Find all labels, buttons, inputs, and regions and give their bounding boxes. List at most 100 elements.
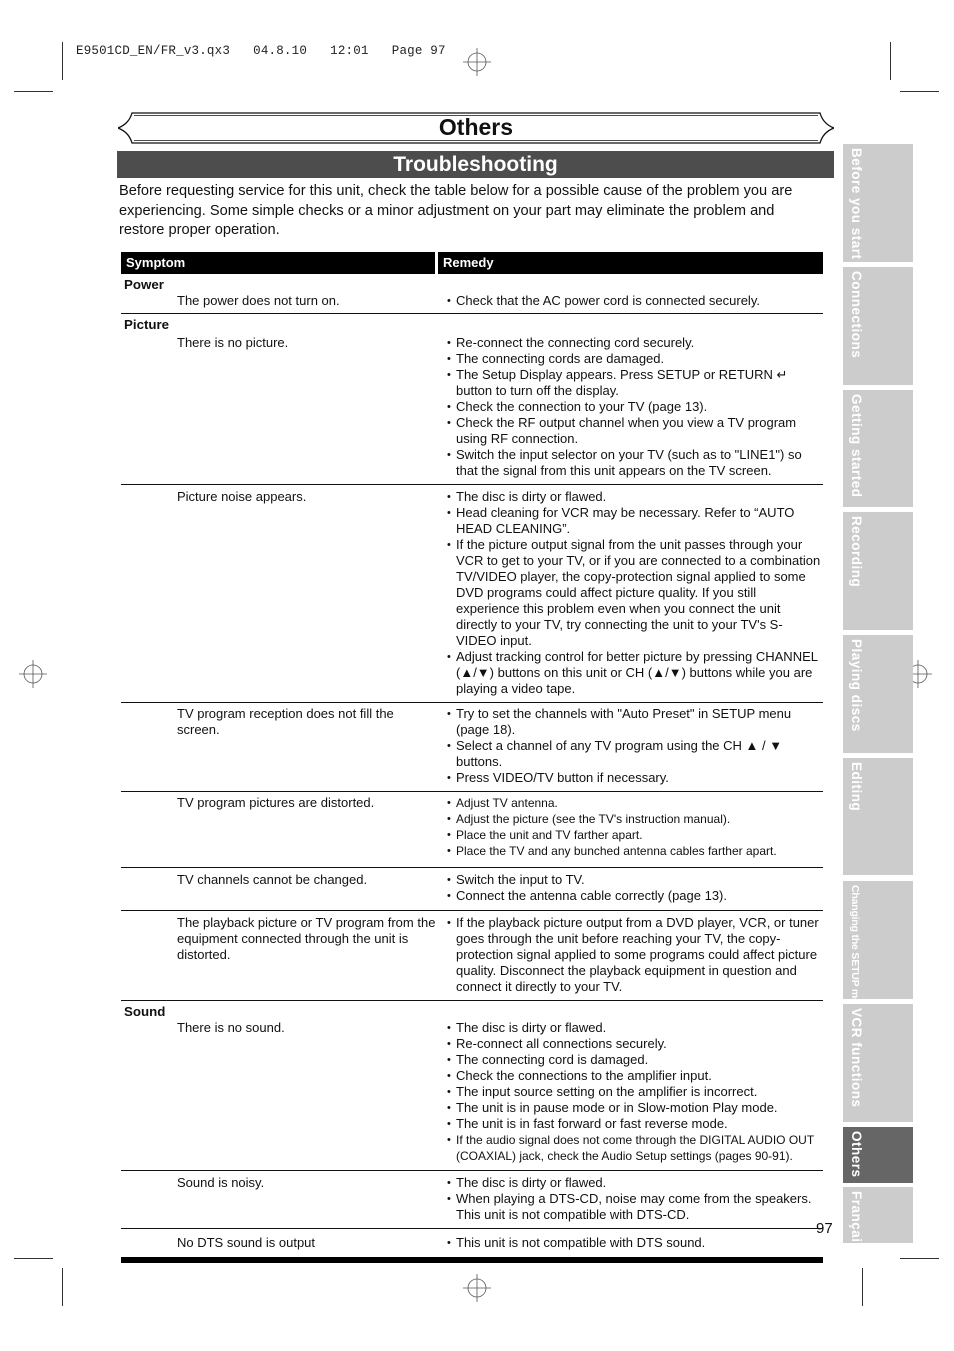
crop-mark (62, 1268, 63, 1306)
remedy-item: The Setup Display appears. Press SETUP o… (447, 367, 823, 399)
remedy-item: If the picture output signal from the un… (447, 537, 823, 649)
chapter-tab-label: Français (849, 1191, 864, 1251)
remedy-list: Try to set the channels with "Auto Prese… (447, 706, 823, 786)
remedy-cell: If the playback picture output from a DV… (447, 915, 823, 995)
remedy-item: This unit is not compatible with DTS sou… (447, 1235, 823, 1251)
crop-mark (890, 42, 891, 80)
remedy-item: Head cleaning for VCR may be necessary. … (447, 505, 823, 537)
chapter-tab[interactable]: Playing discs (843, 635, 913, 753)
remedy-item: The unit is in fast forward or fast reve… (447, 1116, 823, 1132)
chapter-tab[interactable]: Recording (843, 512, 913, 630)
page-title: Troubleshooting (117, 151, 834, 178)
remedy-list: The disc is dirty or flawed.Re-connect a… (447, 1020, 823, 1164)
remedy-item: Select a channel of any TV program using… (447, 738, 823, 770)
remedy-item: Check the RF output channel when you vie… (447, 415, 823, 447)
chapter-tab[interactable]: Before you start (843, 144, 913, 262)
chapter-tab[interactable]: Connections (843, 267, 913, 385)
remedy-item: The connecting cord is damaged. (447, 1052, 823, 1068)
category-heading: Power (124, 277, 164, 292)
remedy-item: Check the connections to the amplifier i… (447, 1068, 823, 1084)
remedy-cell: Adjust TV antenna.Adjust the picture (se… (447, 795, 823, 859)
remedy-item: Try to set the channels with "Auto Prese… (447, 706, 823, 738)
section-title-banner: Others (118, 112, 834, 144)
chapter-tab[interactable]: Français (843, 1187, 913, 1251)
print-slug: E9501CD_EN/FR_v3.qx3 04.8.10 12:01 Page … (76, 44, 446, 58)
chapter-tab-label: Getting started (849, 394, 864, 498)
table-row: There is no picture. Re-connect the conne… (121, 333, 823, 485)
crop-mark (14, 91, 53, 92)
remedy-item: Press VIDEO/TV button if necessary. (447, 770, 823, 786)
table-row: No DTS sound is output This unit is not c… (121, 1229, 823, 1257)
remedy-item: Check the connection to your TV (page 13… (447, 399, 823, 415)
remedy-item: The unit is in pause mode or in Slow-mot… (447, 1100, 823, 1116)
remedy-item: Adjust the picture (see the TV's instruc… (447, 811, 823, 827)
remedy-list: Re-connect the connecting cord securely.… (447, 335, 823, 479)
chapter-tab[interactable]: Editing (843, 758, 913, 875)
chapter-tab-label: VCR functions (849, 1008, 864, 1108)
category-heading: Sound (124, 1004, 166, 1019)
registration-mark-icon (463, 1274, 491, 1302)
symptom-cell: Picture noise appears. (177, 489, 307, 504)
symptom-cell: No DTS sound is output (177, 1235, 316, 1250)
crop-mark (862, 1268, 863, 1306)
crop-mark (14, 1258, 53, 1259)
chapter-tab-label: Before you start (849, 148, 864, 260)
section-title: Others (438, 114, 514, 140)
table-row: The power does not turn on. Check that th… (121, 293, 823, 314)
symptom-cell: The power does not turn on. (177, 293, 340, 308)
symptom-cell: There is no picture. (177, 335, 289, 350)
table-row: The playback picture or TV program from … (121, 911, 823, 1001)
registration-mark-icon (19, 660, 47, 688)
remedy-list: The disc is dirty or flawed.Head cleanin… (447, 489, 823, 697)
remedy-cell: This unit is not compatible with DTS sou… (447, 1235, 823, 1251)
chapter-tab-label: Playing discs (849, 639, 864, 732)
table-row: TV channels cannot be changed. Switch the… (121, 868, 823, 911)
crop-mark (900, 91, 939, 92)
table-row: Picture noise appears. The disc is dirty … (121, 485, 823, 703)
remedy-cell: Try to set the channels with "Auto Prese… (447, 706, 823, 786)
symptom-cell: TV channels cannot be changed. (177, 872, 368, 887)
remedy-item: Switch the input to TV. (447, 872, 823, 888)
remedy-item: If the audio signal does not come throug… (447, 1132, 823, 1164)
registration-mark-icon (463, 48, 491, 76)
symptom-cell: Sound is noisy. (177, 1175, 265, 1190)
table-row: Sound is noisy. The disc is dirty or flaw… (121, 1171, 823, 1229)
chapter-tab[interactable]: Getting started (843, 390, 913, 507)
remedy-item: Adjust TV antenna. (447, 795, 823, 811)
table-row: TV program reception does not fill the s… (121, 703, 823, 792)
chapter-tab-label: Connections (849, 271, 864, 359)
remedy-list: Adjust TV antenna.Adjust the picture (se… (447, 795, 823, 859)
remedy-item: The connecting cords are damaged. (447, 351, 823, 367)
remedy-list: The disc is dirty or flawed.When playing… (447, 1175, 823, 1223)
chapter-tab[interactable]: Changing the SETUP menu (843, 881, 913, 1016)
symptom-cell: The playback picture or TV program from … (177, 915, 436, 962)
remedy-item: Re-connect the connecting cord securely. (447, 335, 823, 351)
remedy-list: Check that the AC power cord is connecte… (447, 293, 823, 309)
remedy-item: Re-connect all connections securely. (447, 1036, 823, 1052)
remedy-item: When playing a DTS-CD, noise may come fr… (447, 1191, 823, 1223)
chapter-tab[interactable]: VCR functions (843, 1004, 913, 1122)
symptom-cell: TV program pictures are distorted. (177, 795, 375, 810)
remedy-item: Place the unit and TV farther apart. (447, 827, 823, 843)
table-end-rule (121, 1257, 823, 1263)
chapter-tab-label: Recording (849, 516, 864, 588)
page-number: 97 (816, 1220, 833, 1237)
remedy-list: Switch the input to TV.Connect the anten… (447, 872, 823, 904)
chapter-tab-label: Changing the SETUP menu (849, 885, 861, 1017)
remedy-item: The disc is dirty or flawed. (447, 489, 823, 505)
chapter-tab-label: Editing (849, 762, 864, 812)
chapter-tab[interactable]: Others (843, 1127, 913, 1183)
remedy-list: This unit is not compatible with DTS sou… (447, 1235, 823, 1251)
remedy-item: Adjust tracking control for better pictu… (447, 649, 823, 697)
troubleshooting-table: Power The power does not turn on. Check th… (121, 274, 823, 1263)
table-row: TV program pictures are distorted. Adjust… (121, 792, 823, 868)
crop-mark (900, 1258, 939, 1259)
category-heading: Picture (124, 317, 170, 332)
symptom-cell: There is no sound. (177, 1020, 285, 1035)
remedy-item: The disc is dirty or flawed. (447, 1175, 823, 1191)
table-row: There is no sound. The disc is dirty or f… (121, 1020, 823, 1171)
remedy-cell: The disc is dirty or flawed.When playing… (447, 1175, 823, 1223)
remedy-cell: The disc is dirty or flawed.Re-connect a… (447, 1020, 823, 1164)
remedy-cell: The disc is dirty or flawed.Head cleanin… (447, 489, 823, 697)
remedy-item: Place the TV and any bunched antenna cab… (447, 843, 823, 859)
